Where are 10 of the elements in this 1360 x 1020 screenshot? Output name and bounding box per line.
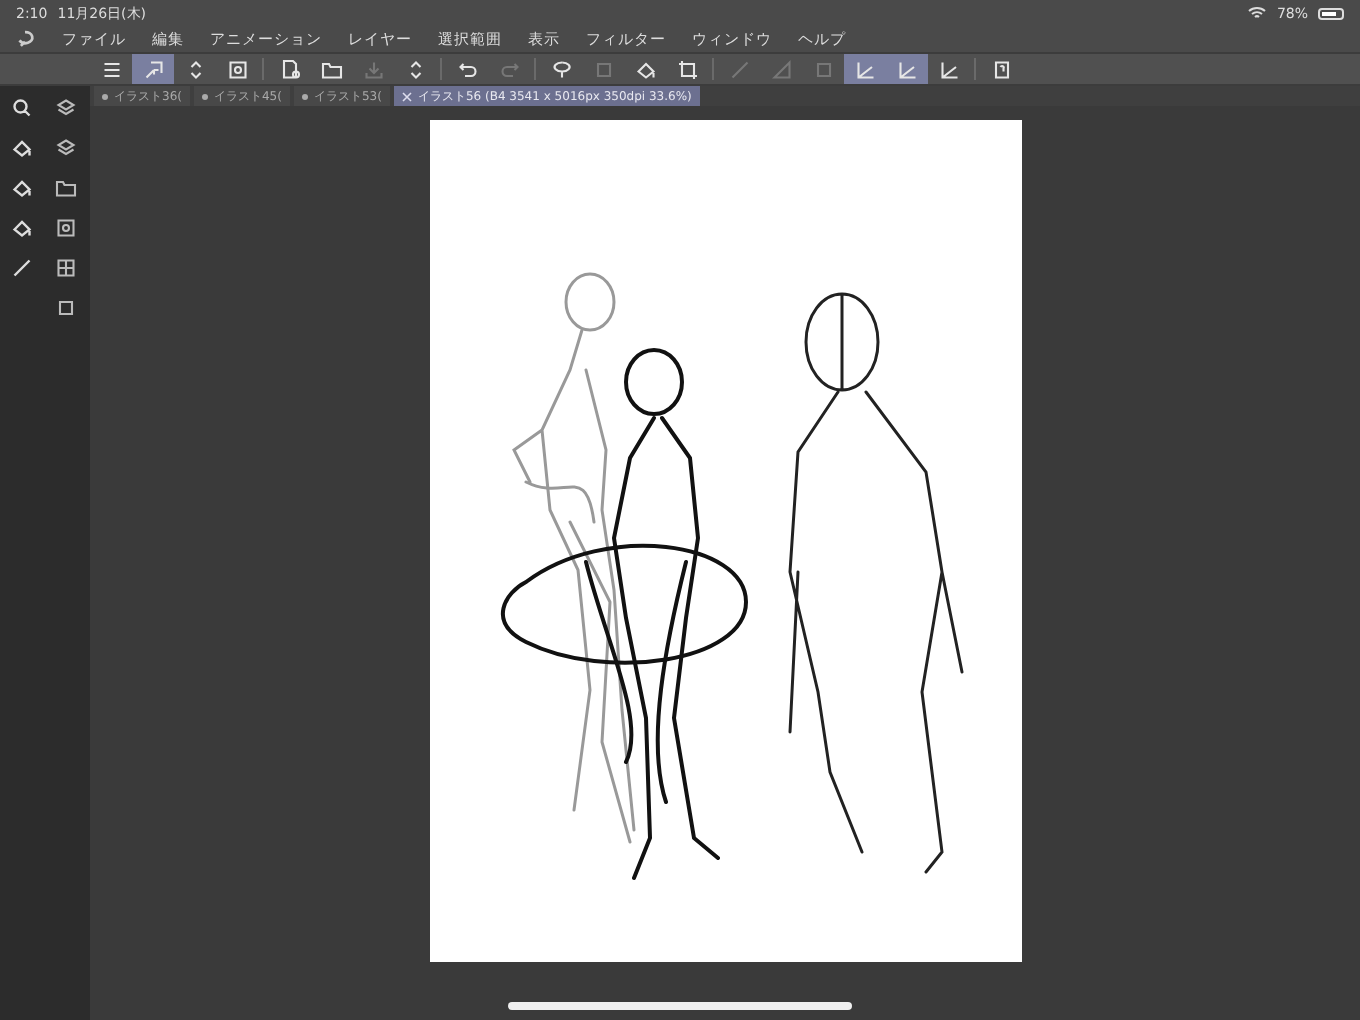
select-icon[interactable] — [132, 54, 174, 84]
ruler-icon[interactable] — [844, 54, 886, 84]
close-icon[interactable] — [401, 91, 412, 101]
wifi-icon — [1248, 6, 1267, 20]
app-logo-icon[interactable] — [14, 28, 36, 50]
battery-icon — [1318, 7, 1344, 19]
ruler-icon[interactable] — [886, 54, 928, 84]
unsaved-dot-icon — [102, 93, 108, 99]
unsaved-dot-icon — [301, 93, 308, 99]
unsaved-dot-icon — [201, 93, 208, 99]
